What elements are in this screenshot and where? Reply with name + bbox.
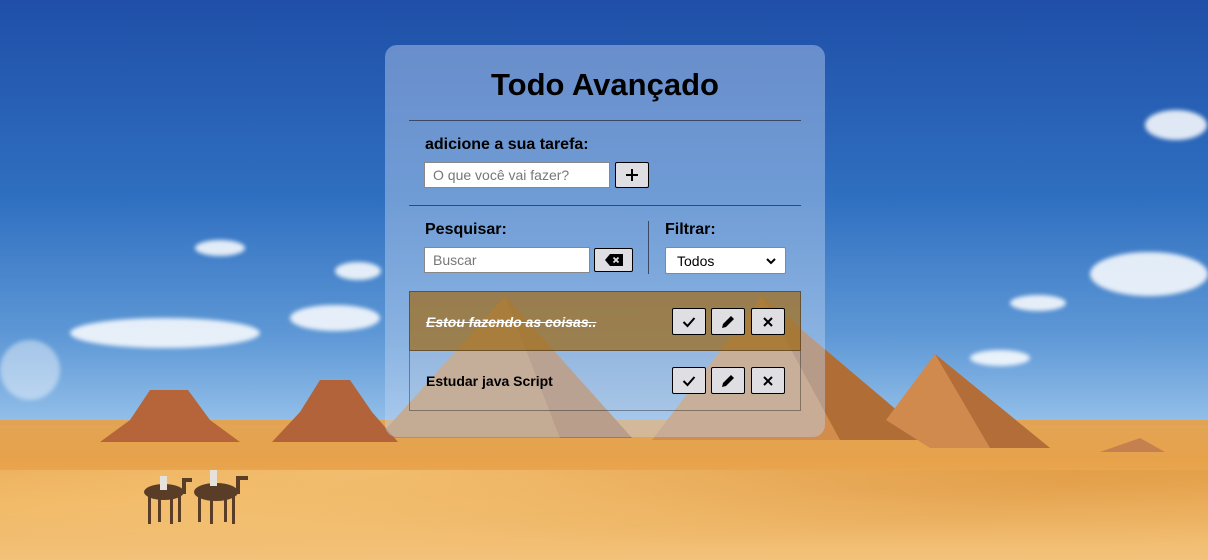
add-task-label: adicione a sua tarefa:: [425, 136, 589, 153]
search-label: Pesquisar:: [425, 221, 507, 238]
remove-todo-button[interactable]: [751, 367, 785, 394]
filter-select[interactable]: Todos: [665, 247, 786, 274]
clear-search-button[interactable]: [594, 248, 633, 272]
todo-item: Estou fazendo as coisas..: [409, 291, 801, 351]
todo-card: Todo Avançado adicione a sua tarefa: Pes…: [385, 45, 825, 437]
todo-text: Estou fazendo as coisas..: [426, 314, 597, 330]
pyramid-small-1: [100, 390, 240, 442]
edit-todo-button[interactable]: [711, 367, 745, 394]
camels: [144, 470, 248, 524]
pencil-icon: [722, 374, 734, 387]
title-divider: [409, 120, 801, 121]
pencil-icon: [722, 315, 734, 328]
remove-todo-button[interactable]: [751, 308, 785, 335]
search-input[interactable]: [424, 247, 590, 273]
section-separator: [648, 221, 649, 274]
plus-icon: [626, 169, 638, 181]
todo-text: Estudar java Script: [426, 373, 553, 389]
add-task-button[interactable]: [615, 162, 649, 188]
page-title: Todo Avançado: [491, 67, 719, 102]
check-icon: [682, 375, 696, 386]
add-task-input[interactable]: [424, 162, 610, 188]
filter-label: Filtrar:: [665, 221, 716, 238]
add-divider: [409, 205, 801, 206]
filter-selected-value: Todos: [677, 252, 715, 269]
chevron-down-icon: [766, 258, 776, 265]
edit-todo-button[interactable]: [711, 308, 745, 335]
check-icon: [682, 316, 696, 327]
backspace-icon: [604, 254, 623, 266]
x-icon: [763, 316, 773, 327]
todo-item: Estudar java Script: [409, 351, 801, 411]
pyramid-small-far: [1100, 438, 1165, 452]
pyramid-small-2: [272, 380, 398, 442]
x-icon: [763, 375, 773, 386]
complete-todo-button[interactable]: [672, 308, 706, 335]
complete-todo-button[interactable]: [672, 367, 706, 394]
